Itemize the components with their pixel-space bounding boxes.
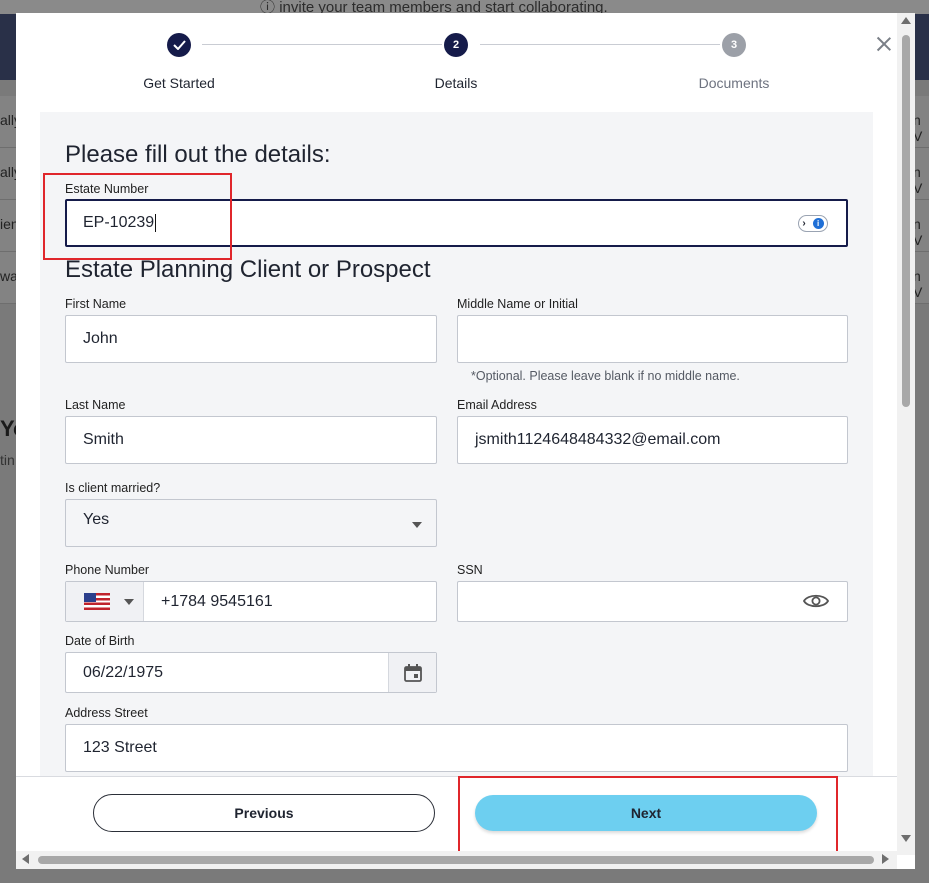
address-label: Address Street: [65, 706, 148, 720]
step-3-circle: 3: [722, 33, 746, 57]
horizontal-scroll-thumb[interactable]: [38, 856, 874, 864]
first-name-value: John: [83, 330, 118, 347]
background-row: wa: [0, 252, 17, 304]
dob-input[interactable]: 06/22/1975: [65, 652, 437, 693]
eye-icon[interactable]: [803, 592, 829, 610]
chevron-down-icon: [124, 598, 134, 605]
background-heading: Yo: [0, 416, 17, 441]
previous-button[interactable]: Previous: [93, 794, 435, 832]
stepper-connector: [480, 44, 720, 45]
checkmark-icon: [172, 40, 186, 50]
calendar-button[interactable]: [388, 653, 436, 692]
step-1-circle: [167, 33, 191, 57]
us-flag-icon: [84, 593, 110, 610]
married-select[interactable]: Yes: [65, 499, 437, 547]
ssn-input[interactable]: [457, 581, 848, 622]
scroll-up-icon[interactable]: [901, 17, 911, 24]
background-row: ally: [0, 96, 17, 148]
horizontal-scrollbar[interactable]: [16, 851, 897, 869]
stepper-connector: [202, 44, 442, 45]
step-2-label: Details: [434, 75, 478, 91]
country-selector[interactable]: [66, 582, 144, 621]
married-value: Yes: [83, 511, 110, 528]
scroll-left-icon[interactable]: [22, 854, 29, 864]
details-modal: 2 3 Get Started Details Documents Please…: [16, 13, 915, 869]
scroll-down-icon[interactable]: [901, 835, 911, 842]
phone-value: +1784 9545161: [161, 592, 273, 610]
email-label: Email Address: [457, 398, 537, 412]
password-manager-icon[interactable]: › i: [798, 215, 828, 232]
dob-label: Date of Birth: [65, 634, 135, 648]
text-caret: [155, 214, 157, 232]
background-row: n V: [913, 148, 929, 200]
section-heading: Estate Planning Client or Prospect: [65, 256, 431, 283]
ssn-label: SSN: [457, 563, 483, 577]
estate-number-value: EP-10239: [83, 214, 155, 231]
middle-name-label: Middle Name or Initial: [457, 297, 578, 311]
vertical-scroll-thumb[interactable]: [902, 35, 910, 407]
scroll-right-icon[interactable]: [882, 854, 889, 864]
step-1-label: Get Started: [143, 75, 215, 91]
background-row: ien: [0, 200, 17, 252]
phone-label: Phone Number: [65, 563, 150, 577]
email-value: jsmith1124648484332@email.com: [475, 431, 721, 448]
last-name-label: Last Name: [65, 398, 126, 412]
first-name-input[interactable]: John: [65, 315, 437, 363]
last-name-input[interactable]: Smith: [65, 416, 437, 464]
close-icon[interactable]: [874, 34, 894, 54]
dob-value: 06/22/1975: [83, 663, 164, 681]
estate-number-label: Estate Number: [65, 182, 149, 196]
background-row: n V: [913, 200, 929, 252]
background-row: ally: [0, 148, 17, 200]
background-row: n V: [913, 252, 929, 304]
vertical-scrollbar[interactable]: [897, 13, 915, 855]
married-label: Is client married?: [65, 481, 161, 495]
calendar-icon: [403, 663, 422, 682]
step-3-label: Documents: [698, 75, 770, 91]
background-row: n V: [913, 96, 929, 148]
chevron-down-icon: [412, 522, 422, 528]
first-name-label: First Name: [65, 297, 127, 311]
background-subtext: tin: [0, 452, 15, 468]
email-input[interactable]: jsmith1124648484332@email.com: [457, 416, 848, 464]
phone-input[interactable]: +1784 9545161: [65, 581, 437, 622]
address-input[interactable]: 123 Street: [65, 724, 848, 772]
middle-name-input[interactable]: [457, 315, 848, 363]
middle-name-hint: *Optional. Please leave blank if no midd…: [471, 369, 740, 383]
address-value: 123 Street: [83, 739, 157, 756]
last-name-value: Smith: [83, 431, 124, 448]
step-2-circle: 2: [444, 33, 468, 57]
next-button[interactable]: Next: [475, 795, 817, 831]
form-heading: Please fill out the details:: [65, 141, 331, 168]
estate-number-input[interactable]: EP-10239 › i: [65, 199, 848, 247]
